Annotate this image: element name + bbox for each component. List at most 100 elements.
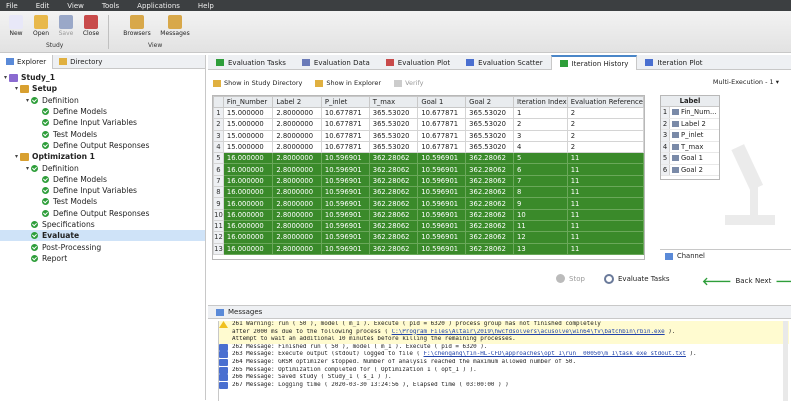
table-cell[interactable]: 362.28062 [368,174,419,188]
tab-evaluation-scatter[interactable]: Evaluation Scatter [458,55,550,70]
label-row[interactable]: 2 Label 2 [661,118,719,130]
table-cell[interactable]: 362.28062 [368,186,419,199]
file-path-link[interactable]: C:\Program Files\Altair\2019\hwcfdsolver… [392,329,665,335]
table-cell[interactable]: 11 [566,231,644,244]
table-cell[interactable]: 10.677871 [320,129,370,142]
label-row[interactable]: 4 T_max [661,141,719,153]
table-cell[interactable]: 10.596901 [320,208,370,221]
table-row[interactable]: 12 16.000000 2.8000000 10.596901 362.28062 10… [213,231,644,244]
show-in-explorer-button[interactable]: Show in Explorer [310,77,386,89]
table-cell[interactable]: 362.28062 [465,174,514,188]
table-cell[interactable]: 11 [566,163,644,176]
table-cell[interactable]: 10.596901 [320,163,370,176]
back-button[interactable]: 🡐 Back [702,274,753,288]
show-in-study-directory-button[interactable]: Show in Study Directory [208,77,307,89]
table-cell[interactable]: 10.677871 [320,118,370,131]
chevron-down-icon[interactable]: ▾ [13,153,20,160]
table-cell[interactable]: 2.8000000 [272,242,322,255]
column-header-iteration-index[interactable]: Iteration Index [513,96,568,108]
table-cell[interactable]: 10.596901 [417,163,467,176]
tab-directory[interactable]: Directory [53,55,108,69]
file-path-link[interactable]: F:\chengang\fin-HL-CFD\approaches\opt_1\… [424,351,686,357]
table-cell[interactable]: 12 [513,231,568,244]
table-cell[interactable]: 362.28062 [465,208,514,221]
table-cell[interactable]: 16.000000 [222,242,274,255]
column-header-fin-number[interactable]: Fin_Number [222,96,274,108]
table-cell[interactable]: 11 [566,242,644,255]
table-cell[interactable]: 365.53020 [368,118,419,131]
chevron-down-icon[interactable]: ▾ [24,165,31,172]
table-row[interactable]: 4 15.000000 2.8000000 10.677871 365.53020 10.… [213,140,644,154]
table-cell[interactable]: 10 [513,208,568,221]
tree-item-define-models[interactable]: Define Models [0,106,205,117]
table-cell[interactable]: 5 [513,152,568,165]
table-cell[interactable]: 10.596901 [417,152,467,165]
table-cell[interactable]: 2.8000000 [272,163,322,176]
tab-evaluation-data[interactable]: Evaluation Data [294,55,378,70]
table-cell[interactable]: 16.000000 [222,219,274,233]
table-cell[interactable]: 11 [566,219,644,233]
menu-applications[interactable]: Applications [137,2,180,10]
table-cell[interactable]: 365.53020 [465,106,514,120]
tree-item-evaluate[interactable]: Evaluate [0,230,205,242]
table-cell[interactable]: 365.53020 [368,129,419,142]
table-cell[interactable]: 10.677871 [417,129,467,142]
table-cell[interactable]: 362.28062 [368,242,419,255]
tree-item-define-input-variables[interactable]: Define Input Variables [0,185,205,196]
table-cell[interactable]: 10.596901 [320,242,370,255]
tree-item-study-1[interactable]: ▾ Study_1 [0,72,205,83]
menu-help[interactable]: Help [198,2,214,10]
table-cell[interactable]: 10.596901 [320,219,370,233]
column-header-evaluation-reference[interactable]: Evaluation Reference [566,96,644,108]
table-cell[interactable]: 2 [513,118,568,131]
table-cell[interactable]: 16.000000 [222,186,274,199]
table-cell[interactable]: 16.000000 [222,163,274,176]
table-cell[interactable]: 4 [513,140,568,154]
table-cell[interactable]: 1 [513,106,568,120]
table-row[interactable]: 13 16.000000 2.8000000 10.596901 362.28062 10… [213,242,644,255]
table-cell[interactable]: 11 [566,186,644,199]
table-cell[interactable]: 10.596901 [320,152,370,165]
close-button[interactable]: Close [79,15,103,37]
table-cell[interactable]: 2.8000000 [272,118,322,131]
tree-item-specifications[interactable]: Specifications [0,219,205,230]
column-header-t-max[interactable]: T_max [368,96,419,108]
table-cell[interactable]: 2.8000000 [272,174,322,188]
tab-iteration-history[interactable]: Iteration History [550,55,638,70]
table-cell[interactable]: 11 [566,208,644,221]
label-row[interactable]: 3 P_inlet [661,130,719,142]
tree-item-report[interactable]: Report [0,253,205,264]
table-cell[interactable]: 2.8000000 [272,129,322,142]
table-cell[interactable]: 2.8000000 [272,197,322,210]
table-cell[interactable]: 365.53020 [465,140,514,154]
tree-item-define-models[interactable]: Define Models [0,174,205,185]
column-header-goal-2[interactable]: Goal 2 [465,96,514,108]
table-cell[interactable]: 16.000000 [222,174,274,188]
table-cell[interactable]: 362.28062 [368,231,419,244]
table-cell[interactable]: 362.28062 [368,197,419,210]
table-cell[interactable]: 2.8000000 [272,231,322,244]
multi-execution-select[interactable]: Multi-Execution - 1 ▾ [713,78,779,86]
column-header-goal-1[interactable]: Goal 1 [417,96,467,108]
table-cell[interactable]: 2 [566,140,644,154]
column-header-label-2[interactable]: Label 2 [272,96,322,108]
table-cell[interactable]: 10.677871 [417,140,467,154]
table-cell[interactable]: 10.596901 [417,231,467,244]
menu-view[interactable]: View [67,2,84,10]
tab-evaluation-tasks[interactable]: Evaluation Tasks [208,55,294,70]
table-cell[interactable]: 10.596901 [320,174,370,188]
table-cell[interactable]: 16.000000 [222,197,274,210]
table-cell[interactable]: 13 [513,242,568,255]
tab-explorer[interactable]: Explorer [0,54,54,69]
table-cell[interactable]: 362.28062 [465,152,514,165]
table-cell[interactable]: 362.28062 [465,219,514,233]
table-cell[interactable]: 10.677871 [320,106,370,120]
table-cell[interactable]: 362.28062 [465,242,514,255]
table-cell[interactable]: 15.000000 [222,106,274,120]
table-cell[interactable]: 2.8000000 [272,152,322,165]
table-row[interactable]: 10 16.000000 2.8000000 10.596901 362.28062 10… [213,208,644,221]
menu-edit[interactable]: Edit [36,2,50,10]
chevron-down-icon[interactable]: ▾ [13,85,20,92]
table-cell[interactable]: 16.000000 [222,208,274,221]
table-cell[interactable]: 2 [566,129,644,142]
